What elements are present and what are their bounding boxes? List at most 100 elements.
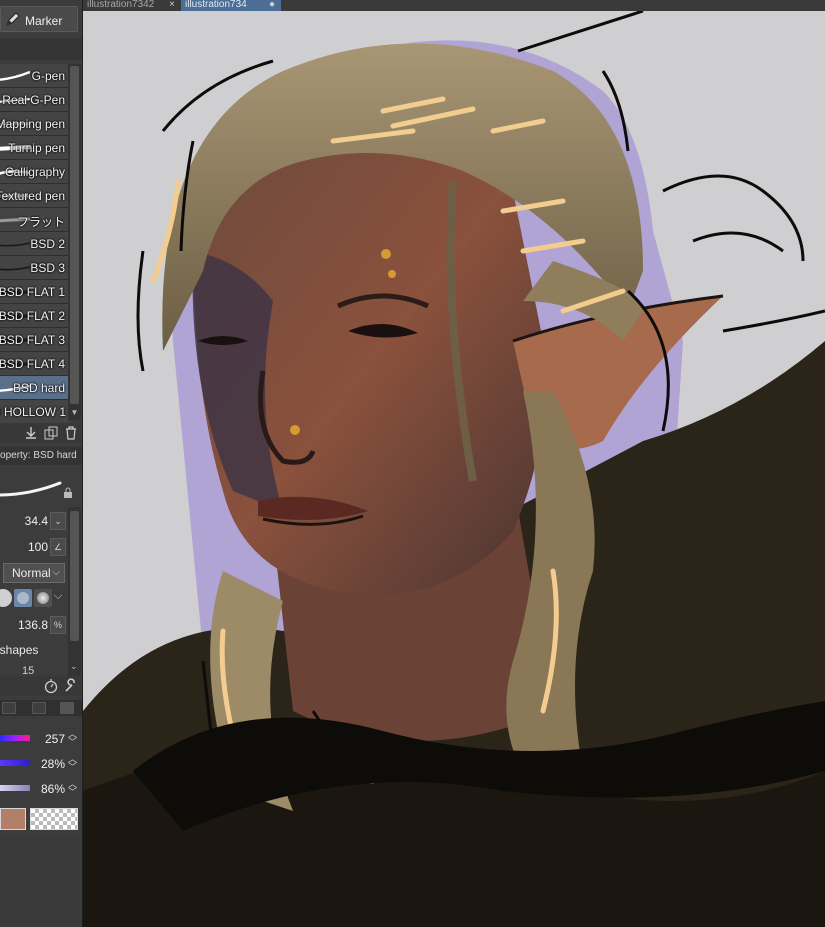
brush-list: G-pen Real G-Pen Mapping pen Turnip pen … (0, 64, 68, 424)
color-set-tab[interactable] (60, 702, 74, 714)
brush-stroke-preview-icon (0, 70, 30, 81)
brush-item-label: Calligraphy (4, 165, 65, 179)
sub-tool-name: Marker (25, 14, 63, 28)
unsaved-dot-icon[interactable]: ● (266, 0, 278, 11)
hue-slider[interactable] (0, 735, 30, 741)
document-tab-illustration7342[interactable]: illustration7342 (83, 0, 166, 11)
value-slider[interactable] (0, 785, 30, 791)
brush-item-label: Mapping pen (0, 117, 65, 131)
saturation-value[interactable]: 28% (41, 757, 65, 771)
color-wheel-tab[interactable] (2, 702, 16, 714)
brush-item-label: BSD 3 (30, 261, 65, 275)
brush-item-label: フラット (16, 215, 65, 229)
brush-item[interactable]: Turnip pen (0, 136, 68, 160)
transparent-color-swatch[interactable] (30, 808, 78, 830)
brush-item-label: BSD hard (12, 381, 65, 395)
chevron-down-icon[interactable]: ⌄ (70, 661, 78, 672)
close-tab-icon[interactable]: × (166, 0, 178, 11)
lock-icon[interactable] (62, 487, 74, 499)
tip-soft-circle-icon[interactable] (14, 589, 32, 607)
scrollbar-thumb[interactable] (70, 66, 79, 404)
pressure-curve-icon[interactable]: ∠ (50, 538, 66, 556)
brush-item-label: BSD 2 (30, 237, 65, 251)
document-tab-bar: illustration7342 × illustration734 ● (83, 0, 825, 11)
drawing-canvas[interactable] (83, 11, 825, 927)
stopwatch-icon[interactable] (43, 678, 59, 694)
spin-updown-icon[interactable]: ︿ ﹀ (68, 730, 77, 747)
brush-item[interactable]: BSD 3 (0, 256, 68, 280)
artwork-elf-portrait (83, 11, 825, 927)
brush-item[interactable]: フラット (0, 208, 68, 232)
brush-item[interactable]: BSD HOLLOW 1 (0, 400, 68, 424)
value-row: 86% ︿ ﹀ (0, 778, 82, 800)
brush-item-label: Turnip pen (8, 141, 65, 155)
brush-item-label: Textured pen (0, 189, 65, 203)
panel-empty-area (0, 836, 82, 927)
color-slider-tab[interactable] (32, 702, 46, 714)
brush-item-label: BSD FLAT 1 (0, 285, 65, 299)
brush-item[interactable]: Mapping pen (0, 112, 68, 136)
tool-panel: Marker G-pen Real G-Pen Mapping pen Turn… (0, 0, 83, 927)
scrollbar-thumb[interactable] (70, 511, 79, 641)
hue-row: 257 ︿ ﹀ (0, 728, 82, 750)
value-value[interactable]: 86% (41, 782, 65, 796)
color-panel-tabs (0, 700, 82, 716)
brush-item[interactable]: BSD FLAT 3 (0, 328, 68, 352)
copy-icon[interactable] (43, 425, 59, 441)
brush-list-scrollbar[interactable]: ▼ (68, 64, 81, 420)
brush-tip-row: ⌵ (0, 586, 68, 610)
brush-size-row: 34.4 ⌄ (0, 510, 68, 532)
sub-tool-header[interactable]: Marker (0, 6, 78, 32)
spin-updown-icon[interactable]: ︿ ﹀ (68, 755, 77, 772)
angle-value[interactable]: 136.8 (18, 618, 48, 632)
property-scrollbar[interactable] (68, 507, 81, 677)
percent-toggle-icon[interactable]: % (50, 616, 66, 634)
brush-list-actions (0, 423, 82, 443)
brush-shape-value[interactable]: 15 (22, 665, 34, 674)
spin-updown-icon[interactable]: ︿ ﹀ (68, 780, 77, 797)
property-tools-row (0, 676, 82, 696)
brush-item-label: Real G-Pen (2, 93, 65, 107)
opacity-row: 100 ∠ (0, 536, 68, 558)
tool-property-title: Tool property: BSD hard (0, 447, 82, 465)
chevron-down-icon[interactable]: ⌵ (54, 590, 62, 603)
brush-item[interactable]: BSD FLAT 4 (0, 352, 68, 376)
hue-value[interactable]: 257 (45, 732, 65, 746)
brush-item-selected[interactable]: BSD hard (0, 376, 68, 400)
panel-toolbar-strip (0, 38, 82, 60)
brush-item[interactable]: Textured pen (0, 184, 68, 208)
brush-item[interactable]: G-pen (0, 64, 68, 88)
brush-shape-label: Brush shapes (0, 643, 39, 657)
brush-stroke-preview-icon (0, 266, 30, 271)
brush-item-label: BSD HOLLOW 1 (0, 405, 66, 419)
brush-item-label: G-pen (31, 69, 65, 83)
brush-item[interactable]: BSD 2 (0, 232, 68, 256)
brush-item-label: BSD FLAT 2 (0, 309, 65, 323)
chevron-down-icon: ⌵ (52, 567, 60, 578)
marker-pen-icon (6, 12, 20, 26)
brush-size-value[interactable]: 34.4 (25, 514, 48, 528)
brush-item[interactable]: Real G-Pen (0, 88, 68, 112)
blending-mode-value: Normal (12, 566, 51, 580)
brush-preview (0, 467, 82, 503)
brush-item[interactable]: Calligraphy (0, 160, 68, 184)
download-icon[interactable] (23, 425, 39, 441)
brush-shape-row: Brush shapes 15 ⌄ (0, 641, 78, 674)
brush-item[interactable]: BSD FLAT 2 (0, 304, 68, 328)
wrench-icon[interactable] (63, 678, 79, 694)
main-color-swatch[interactable] (0, 808, 26, 830)
tip-hard-circle-icon[interactable] (0, 589, 12, 607)
angle-row: 136.8 % (0, 614, 68, 636)
brush-item-label: BSD FLAT 3 (0, 333, 65, 347)
opacity-value[interactable]: 100 (28, 540, 48, 554)
brush-item[interactable]: BSD FLAT 1 (0, 280, 68, 304)
blending-mode-select[interactable]: Normal ⌵ (3, 563, 65, 583)
brush-stroke-preview-icon (0, 242, 30, 247)
trash-icon[interactable] (63, 425, 79, 441)
saturation-row: 28% ︿ ﹀ (0, 753, 82, 775)
chevron-down-icon[interactable]: ▼ (69, 408, 80, 418)
brush-item-label: BSD FLAT 4 (0, 357, 65, 371)
saturation-slider[interactable] (0, 760, 30, 766)
tip-blur-circle-icon[interactable] (34, 589, 52, 607)
chevron-double-down-icon[interactable]: ⌄ (50, 512, 66, 530)
